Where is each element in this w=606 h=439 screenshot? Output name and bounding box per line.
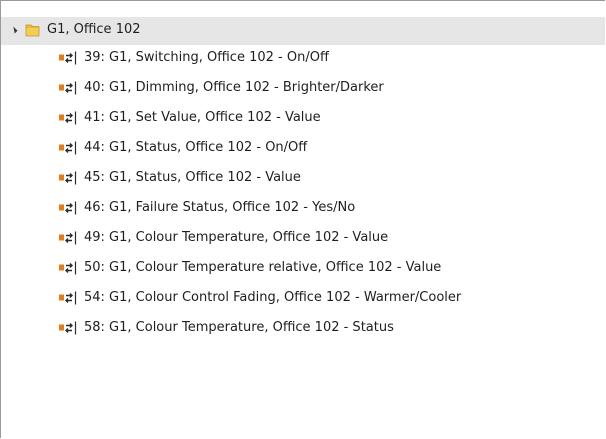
group-object-item[interactable]: 41: G1, Set Value, Office 102 - Value	[1, 105, 605, 133]
folder-icon	[25, 24, 40, 37]
group-object-label: 45: G1, Status, Office 102 - Value	[84, 170, 301, 185]
group-object-item[interactable]: 45: G1, Status, Office 102 - Value	[1, 165, 605, 193]
group-object-icon	[59, 201, 77, 215]
group-object-icon	[59, 291, 77, 305]
tree-node-label: G1, Office 102	[47, 22, 141, 37]
group-object-icon	[59, 321, 77, 335]
group-object-label: 44: G1, Status, Office 102 - On/Off	[84, 140, 308, 155]
group-object-label: 39: G1, Switching, Office 102 - On/Off	[84, 50, 329, 65]
group-object-item[interactable]: 58: G1, Colour Temperature, Office 102 -…	[1, 315, 605, 343]
group-object-item[interactable]: 54: G1, Colour Control Fading, Office 10…	[1, 285, 605, 313]
group-object-icon	[59, 111, 77, 125]
group-object-label: 40: G1, Dimming, Office 102 - Brighter/D…	[84, 80, 384, 95]
group-object-label: 58: G1, Colour Temperature, Office 102 -…	[84, 320, 394, 335]
group-object-label: 41: G1, Set Value, Office 102 - Value	[84, 110, 321, 125]
tree-node-office-102[interactable]: G1, Office 102	[1, 17, 605, 45]
group-object-item[interactable]: 39: G1, Switching, Office 102 - On/Off	[1, 45, 605, 73]
group-object-item[interactable]: 50: G1, Colour Temperature relative, Off…	[1, 255, 605, 283]
group-object-item[interactable]: 49: G1, Colour Temperature, Office 102 -…	[1, 225, 605, 253]
group-object-icon	[59, 171, 77, 185]
group-object-label: 54: G1, Colour Control Fading, Office 10…	[84, 290, 462, 305]
group-object-label: 49: G1, Colour Temperature, Office 102 -…	[84, 230, 389, 245]
group-object-icon	[59, 261, 77, 275]
expand-arrow-icon[interactable]	[10, 26, 18, 34]
group-object-item[interactable]: 40: G1, Dimming, Office 102 - Brighter/D…	[1, 75, 605, 103]
group-object-item[interactable]: 44: G1, Status, Office 102 - On/Off	[1, 135, 605, 163]
group-object-icon	[59, 141, 77, 155]
group-object-icon	[59, 81, 77, 95]
group-object-icon	[59, 51, 77, 65]
group-object-icon	[59, 231, 77, 245]
object-tree: G1, Office 102 39: G1, Switching, Office…	[0, 0, 605, 438]
group-object-item[interactable]: 46: G1, Failure Status, Office 102 - Yes…	[1, 195, 605, 223]
group-object-label: 50: G1, Colour Temperature relative, Off…	[84, 260, 442, 275]
group-object-label: 46: G1, Failure Status, Office 102 - Yes…	[84, 200, 356, 215]
